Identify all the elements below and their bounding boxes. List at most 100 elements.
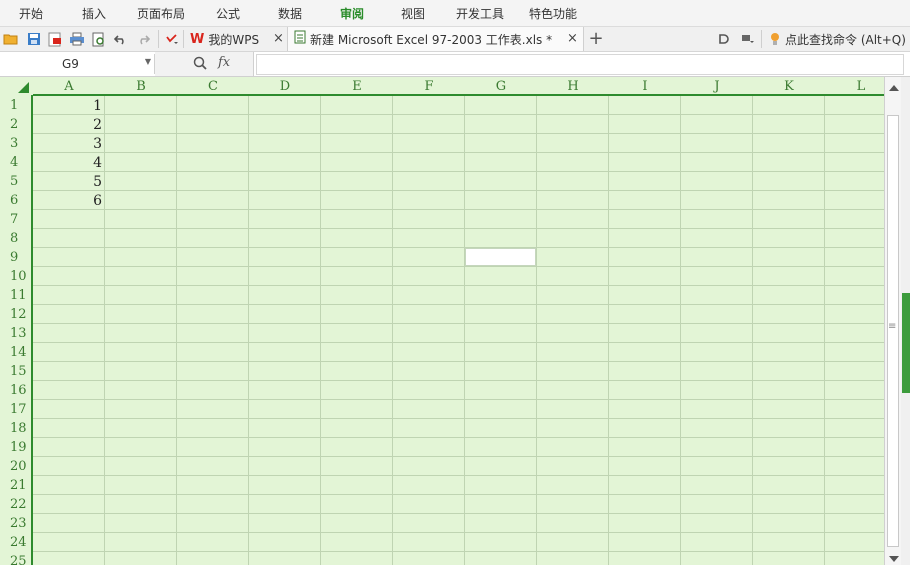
name-box-value: G9	[62, 57, 79, 71]
column-header-b[interactable]: B	[105, 77, 177, 95]
row-header-8[interactable]: 8	[0, 229, 31, 248]
row-header-12[interactable]: 12	[0, 305, 31, 324]
column-header-a[interactable]: A	[33, 77, 105, 95]
tab-my-wps[interactable]: W 我的WPS	[190, 27, 259, 51]
row-gridline	[33, 551, 884, 552]
insert-function-button[interactable]: fx	[218, 55, 230, 70]
row-header-19[interactable]: 19	[0, 438, 31, 457]
print-icon[interactable]	[68, 30, 86, 48]
tab-document[interactable]: 新建 Microsoft Excel 97-2003 工作表.xls *	[287, 27, 584, 51]
scroll-down-arrow-icon[interactable]	[889, 556, 899, 562]
column-header-k[interactable]: K	[753, 77, 825, 95]
column-header-g[interactable]: G	[465, 77, 537, 95]
undo-icon[interactable]	[112, 30, 130, 48]
open-folder-icon[interactable]	[2, 30, 20, 48]
row-gridline	[33, 475, 884, 476]
cell-a3[interactable]: 3	[32, 134, 102, 153]
tab-data[interactable]: 数据	[278, 5, 302, 22]
header-border	[33, 94, 884, 96]
formula-input[interactable]	[256, 54, 904, 75]
zoom-search-icon[interactable]	[193, 56, 207, 73]
new-tab-plus-icon[interactable]: +	[587, 28, 605, 49]
cell-a4[interactable]: 4	[32, 153, 102, 172]
tab-special-features[interactable]: 特色功能	[529, 5, 577, 22]
row-header-11[interactable]: 11	[0, 286, 31, 305]
row-gridline	[33, 399, 884, 400]
row-header-16[interactable]: 16	[0, 381, 31, 400]
redo-icon[interactable]	[134, 30, 152, 48]
row-header-21[interactable]: 21	[0, 476, 31, 495]
export-pdf-icon[interactable]	[46, 30, 64, 48]
row-header-17[interactable]: 17	[0, 400, 31, 419]
row-gridline	[33, 494, 884, 495]
row-header-3[interactable]: 3	[0, 134, 31, 153]
column-header-e[interactable]: E	[321, 77, 393, 95]
tab-page-layout[interactable]: 页面布局	[137, 5, 185, 22]
save-icon[interactable]	[25, 30, 43, 48]
column-header-l[interactable]: L	[825, 77, 884, 95]
row-header-6[interactable]: 6	[0, 191, 31, 210]
cell-a5[interactable]: 5	[32, 172, 102, 191]
grip-icon: ≡	[888, 321, 897, 332]
row-header-25[interactable]: 25	[0, 552, 31, 565]
row-gridline	[33, 323, 884, 324]
tab-developer[interactable]: 开发工具	[456, 5, 504, 22]
row-gridline	[33, 532, 884, 533]
row-header-9[interactable]: 9	[0, 248, 31, 267]
column-header-d[interactable]: D	[249, 77, 321, 95]
column-header-f[interactable]: F	[393, 77, 465, 95]
formula-tools: fx	[155, 52, 254, 76]
row-header-20[interactable]: 20	[0, 457, 31, 476]
row-header-15[interactable]: 15	[0, 362, 31, 381]
close-tab-icon[interactable]: ×	[567, 31, 578, 46]
row-header-22[interactable]: 22	[0, 495, 31, 514]
print-preview-icon[interactable]	[90, 30, 108, 48]
row-gridline	[33, 152, 884, 153]
name-box[interactable]: G9 ▼	[0, 54, 155, 74]
row-header-4[interactable]: 4	[0, 153, 31, 172]
tab-insert[interactable]: 插入	[82, 5, 106, 22]
row-header-18[interactable]: 18	[0, 419, 31, 438]
customize-toolbar-icon[interactable]	[163, 30, 181, 48]
selected-cell[interactable]	[465, 248, 536, 266]
command-search[interactable]: 点此查找命令 (Alt+Q)	[785, 27, 906, 51]
cell-a2[interactable]: 2	[32, 115, 102, 134]
cell-a1[interactable]: 1	[32, 96, 102, 115]
close-tab-icon[interactable]: ×	[273, 31, 284, 46]
row-header-24[interactable]: 24	[0, 533, 31, 552]
toolbar-divider	[761, 30, 762, 48]
row-gridline	[33, 304, 884, 305]
side-panel-toggle[interactable]	[902, 293, 910, 393]
tab-view[interactable]: 视图	[401, 5, 425, 22]
row-header-10[interactable]: 10	[0, 267, 31, 286]
row-header-14[interactable]: 14	[0, 343, 31, 362]
row-header-1[interactable]: 1	[0, 96, 31, 115]
column-header-h[interactable]: H	[537, 77, 609, 95]
toolbar-divider	[183, 30, 184, 48]
select-all-corner[interactable]	[0, 77, 33, 95]
spreadsheet-grid[interactable]: ABCDEFGHIJKL 1 2 3 4 5 6 7 8 9 10 11 12 13 14 15 16 17 18…	[0, 77, 884, 565]
column-header-j[interactable]: J	[681, 77, 753, 95]
dropdown-menu-icon[interactable]	[739, 30, 757, 48]
tab-home[interactable]: 开始	[19, 5, 43, 22]
row-gridline	[33, 171, 884, 172]
share-icon[interactable]	[715, 30, 733, 48]
row-gridline	[33, 228, 884, 229]
tab-formulas[interactable]: 公式	[216, 5, 240, 22]
scroll-up-arrow-icon[interactable]	[889, 85, 899, 91]
chevron-down-icon[interactable]: ▼	[145, 57, 151, 66]
quick-access-toolbar: W 我的WPS × 新建 Microsoft Excel 97-2003 工作表…	[0, 27, 910, 52]
column-header-c[interactable]: C	[177, 77, 249, 95]
row-header-5[interactable]: 5	[0, 172, 31, 191]
formula-bar: G9 ▼ fx	[0, 52, 910, 77]
row-header-13[interactable]: 13	[0, 324, 31, 343]
cell-a6[interactable]: 6	[32, 191, 102, 210]
vertical-scrollbar[interactable]: ≡	[884, 77, 902, 565]
row-gridline	[33, 342, 884, 343]
row-header-2[interactable]: 2	[0, 115, 31, 134]
row-header-23[interactable]: 23	[0, 514, 31, 533]
wps-logo-icon: W	[190, 31, 205, 47]
column-header-i[interactable]: I	[609, 77, 681, 95]
tab-review[interactable]: 审阅	[340, 5, 364, 22]
row-header-7[interactable]: 7	[0, 210, 31, 229]
